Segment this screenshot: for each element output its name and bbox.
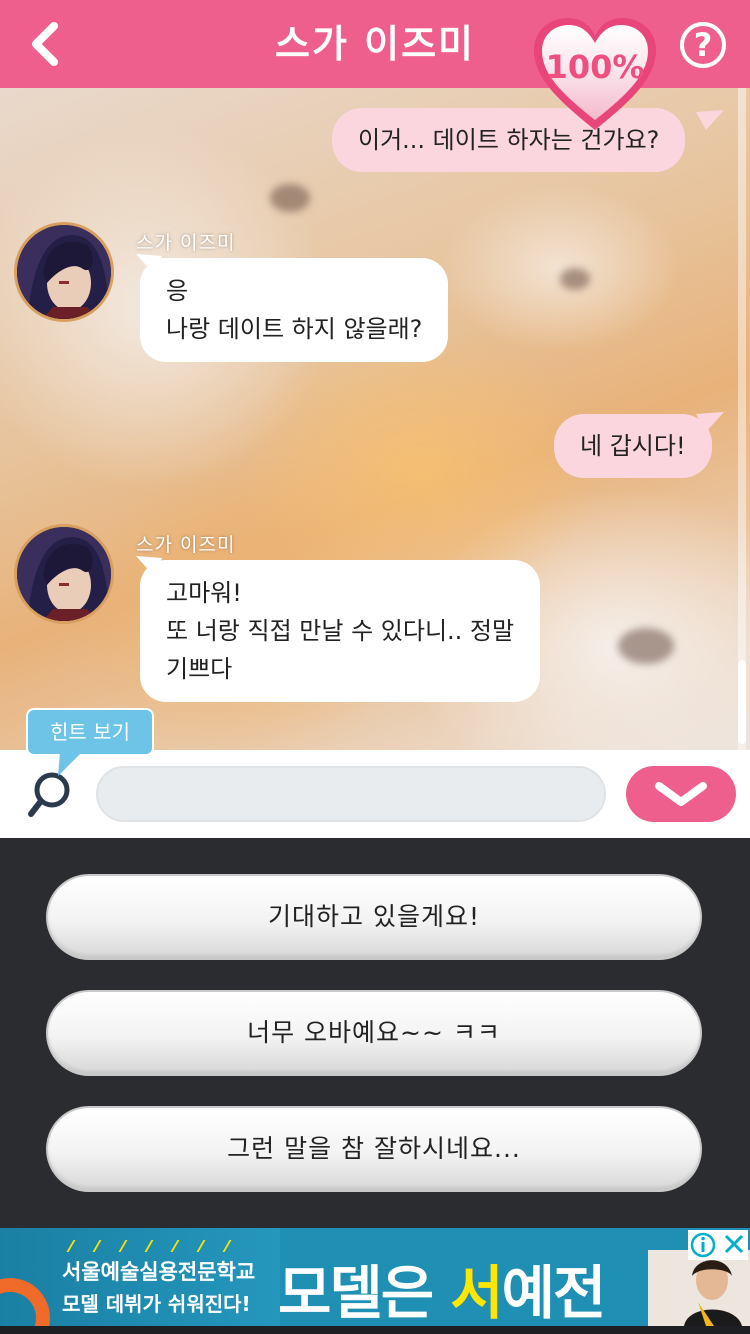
my-message-bubble: 네 갑시다!	[554, 414, 712, 478]
sender-name: 스가 이즈미	[136, 534, 236, 556]
message-line: 나랑 데이트 하지 않을래?	[166, 315, 423, 343]
message-line: 고마워!	[166, 579, 242, 607]
other-message-bubble: 고마워! 또 너랑 직접 만날 수 있다니.. 정말 기쁘다	[140, 560, 541, 702]
message-line: 기쁘다	[166, 655, 233, 683]
message-line: 응	[166, 277, 189, 305]
answer-option-2[interactable]: 너무 오바예요~~ ㅋㅋ	[46, 990, 702, 1076]
answer-options: 기대하고 있을게요! 너무 오바예요~~ ㅋㅋ 그런 말을 참 잘하시네요...	[0, 838, 750, 1228]
ad-tagline: 모델 데뷔가 쉬워진다!	[62, 1292, 251, 1316]
background-decoration	[618, 628, 674, 664]
chat-area[interactable]: 이거... 데이트 하자는 건가요? 스가 이즈미 응 나랑 데이트 하지 않을…	[0, 88, 750, 750]
ad-headline-part: 예전	[501, 1259, 607, 1326]
bubble-tail	[696, 412, 724, 432]
ad-image	[648, 1250, 750, 1326]
bubble-tail	[696, 110, 724, 130]
sender-name: 스가 이즈미	[136, 232, 236, 254]
background-decoration	[270, 184, 310, 212]
bottom-strip	[0, 1326, 750, 1334]
ad-headline-highlight: 서	[450, 1259, 503, 1326]
other-message-bubble: 응 나랑 데이트 하지 않을래?	[140, 258, 449, 362]
avatar[interactable]	[14, 222, 114, 322]
ad-headline-part: 모델은	[278, 1259, 451, 1326]
hint-button[interactable]: 힌트 보기	[26, 708, 154, 756]
affection-percent: 100%	[545, 48, 645, 86]
answer-option-3[interactable]: 그런 말을 참 잘하시네요...	[46, 1106, 702, 1192]
background-decoration	[560, 268, 590, 290]
ad-controls	[688, 1230, 748, 1260]
message-line: 또 너랑 직접 만날 수 있다니.. 정말	[166, 617, 515, 645]
send-button[interactable]	[626, 766, 736, 822]
ad-banner[interactable]: 서울예술실용전문학교 모델 데뷔가 쉬워진다! 모델은 서예전	[0, 1228, 750, 1326]
scrollbar-thumb[interactable]	[738, 660, 746, 744]
answer-option-1[interactable]: 기대하고 있을게요!	[46, 874, 702, 960]
scrollbar-track[interactable]	[738, 88, 746, 750]
avatar[interactable]	[14, 524, 114, 624]
chevron-down-icon	[655, 782, 707, 806]
message-text: 네 갑시다!	[580, 432, 686, 460]
hint-tail	[58, 752, 82, 776]
help-icon[interactable]: ?	[680, 22, 726, 68]
ad-headline: 모델은 서예전	[278, 1246, 607, 1326]
ad-school-name: 서울예술실용전문학교	[62, 1260, 256, 1284]
message-input[interactable]	[96, 766, 606, 822]
